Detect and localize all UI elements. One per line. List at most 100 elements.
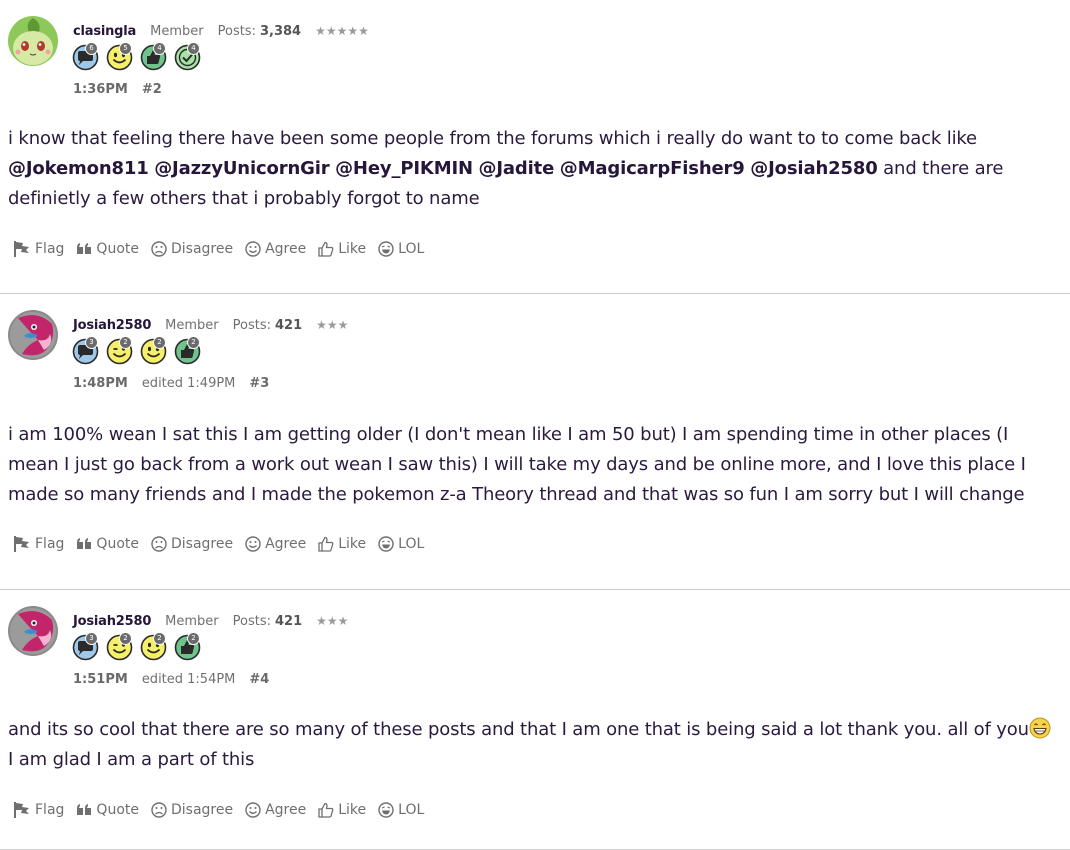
agree-label: Agree [265,241,307,257]
post-time-line: 1:51PM edited 1:54PM #4 [73,672,269,687]
like-button[interactable]: Like [318,535,366,553]
badge-count: 2 [153,336,166,349]
rank-stars: ★★★★★ [315,24,369,38]
flag-button[interactable]: Flag [13,535,64,553]
user-role: Member [150,24,204,39]
disagree-button[interactable]: Disagree [151,535,233,553]
quote-label: Quote [96,241,139,257]
posts-label: Posts: [217,24,256,39]
post-number[interactable]: #3 [249,376,269,391]
badge-count: 4 [187,42,200,55]
username-link[interactable]: clasingla [73,24,136,39]
badge-list: 3 2 2 2 [72,632,201,661]
avatar[interactable] [8,606,58,656]
like-label: Like [338,536,367,552]
thumbs-up-icon [318,802,334,818]
rank-stars: ★★★ [316,318,349,332]
frown-icon [151,536,167,552]
badge-count: 4 [153,42,166,55]
username-link[interactable]: Josiah2580 [73,318,151,333]
speech-bubble-icon[interactable]: 3 [72,336,99,365]
username-link[interactable]: Josiah2580 [73,614,151,629]
body-text: and its so cool that there are so many o… [8,719,1029,740]
thumbs-up-icon [318,536,334,552]
badge-list: 6 5 4 4 [72,42,201,71]
flag-button[interactable]: Flag [13,801,64,819]
agree-button[interactable]: Agree [245,801,306,819]
speech-bubble-icon[interactable]: 3 [72,632,99,661]
edited-indicator[interactable]: edited 1:49PM [142,376,236,391]
post-number[interactable]: #2 [142,82,162,97]
lol-label: LOL [398,536,425,552]
body-text: I am glad I am a part of this [8,749,255,770]
check-circle-icon[interactable]: 4 [174,42,201,71]
badge-count: 5 [119,42,132,55]
thumbs-up-icon[interactable]: 4 [140,42,167,71]
posts-label: Posts: [232,318,272,333]
flag-label: Flag [35,241,65,257]
post-actions: Flag Quote Disagree Agree Like LOL [13,801,424,819]
like-button[interactable]: Like [318,240,366,258]
lol-button[interactable]: LOL [378,240,424,258]
user-role: Member [165,318,219,333]
disagree-label: Disagree [170,241,234,257]
quote-button[interactable]: Quote [76,240,139,258]
lol-button[interactable]: LOL [378,801,424,819]
user-role: Member [165,614,219,629]
mention-link[interactable]: @Hey_PIKMIN [335,158,473,179]
thumbs-up-icon[interactable]: 2 [174,336,201,365]
lol-label: LOL [398,241,425,257]
mention-link[interactable]: @Jadite [479,158,555,179]
winking-face-icon[interactable]: 2 [106,632,133,661]
smile-icon [245,802,261,818]
thumbs-up-icon [318,241,334,257]
like-button[interactable]: Like [318,801,366,819]
speech-bubble-icon[interactable]: 6 [72,42,99,71]
smiley-face-icon[interactable]: 2 [140,632,167,661]
smiley-face-icon[interactable]: 5 [106,42,133,71]
flag-icon [13,801,31,819]
flag-icon [13,240,31,258]
smile-icon [245,536,261,552]
badge-count: 2 [187,632,200,645]
post-time[interactable]: 1:51PM [73,672,128,687]
winking-face-icon[interactable]: 2 [106,336,133,365]
agree-button[interactable]: Agree [245,240,306,258]
mention-link[interactable]: @Josiah2580 [750,158,878,179]
post-meta: Josiah2580 Member Posts: 421 ★★★ [73,614,348,629]
thumbs-up-icon[interactable]: 2 [174,632,201,661]
disagree-label: Disagree [170,536,234,552]
flag-label: Flag [35,536,65,552]
avatar[interactable] [8,310,58,360]
post: clasingla Member Posts: 3,384 ★★★★★ 6 5 … [0,0,1070,294]
quote-button[interactable]: Quote [76,801,139,819]
smiley-face-icon[interactable]: 2 [140,336,167,365]
flag-button[interactable]: Flag [13,240,64,258]
flag-icon [13,535,31,553]
quote-label: Quote [96,802,139,818]
post-actions: Flag Quote Disagree Agree Like LOL [13,240,424,258]
mention-link[interactable]: @JazzyUnicornGir [154,158,329,179]
laugh-icon [378,802,394,818]
badge-count: 2 [187,336,200,349]
agree-button[interactable]: Agree [245,535,306,553]
avatar[interactable] [8,16,58,66]
mention-link[interactable]: @MagicarpFisher9 [560,158,745,179]
quote-icon [76,536,92,552]
post-meta: Josiah2580 Member Posts: 421 ★★★ [73,318,348,333]
quote-button[interactable]: Quote [76,535,139,553]
badge-count: 2 [153,632,166,645]
grinning-face-icon [1029,717,1051,739]
disagree-button[interactable]: Disagree [151,240,233,258]
posts-count: 421 [275,614,303,629]
mention-link[interactable]: @Jokemon811 [8,158,149,179]
post-number[interactable]: #4 [249,672,269,687]
post-time[interactable]: 1:48PM [73,376,128,391]
badge-count: 6 [85,42,98,55]
edited-indicator[interactable]: edited 1:54PM [142,672,236,687]
smile-icon [245,241,261,257]
disagree-button[interactable]: Disagree [151,801,233,819]
lol-button[interactable]: LOL [378,535,424,553]
post-time[interactable]: 1:36PM [73,82,128,97]
posts-count: 3,384 [259,24,302,39]
